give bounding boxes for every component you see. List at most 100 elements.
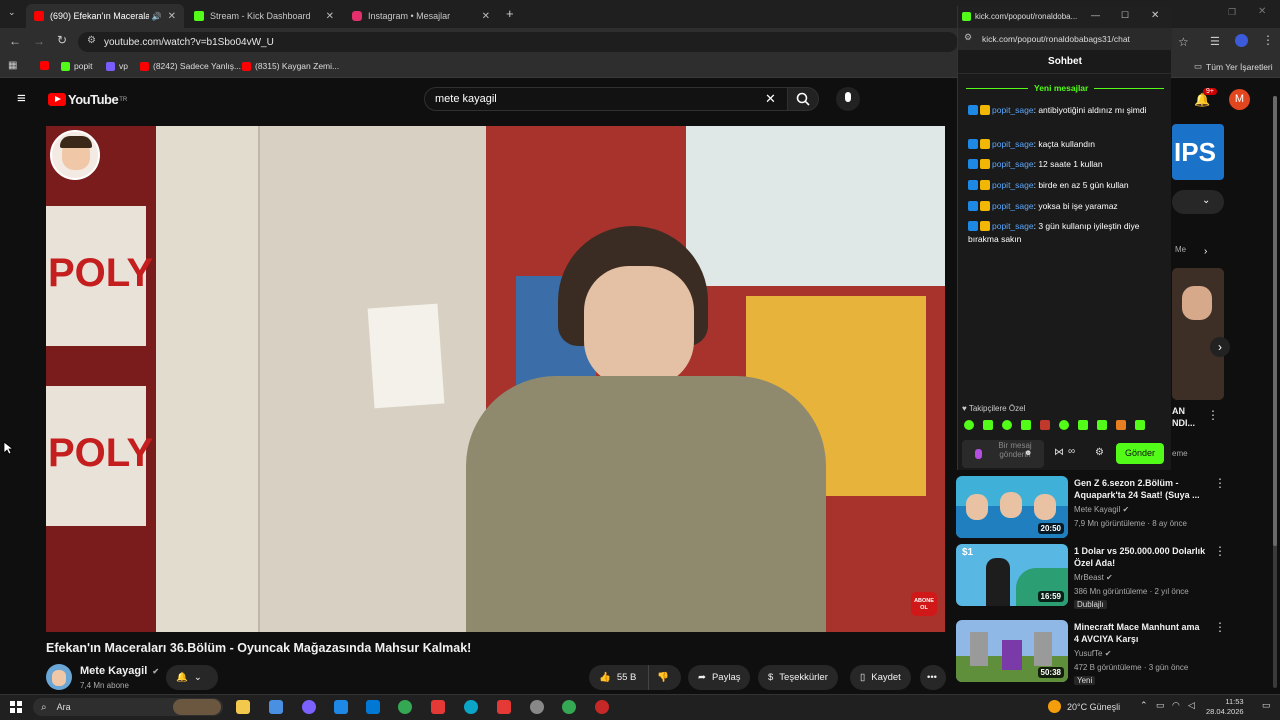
rec-video-3[interactable]: 50:38 Minecraft Mace Manhunt ama 4 AVCIY… (956, 620, 1272, 686)
emote-icon[interactable] (1021, 420, 1031, 430)
tray-chevron-icon[interactable]: ⌃ (1140, 700, 1148, 711)
rec-video-1[interactable]: 20:50 Gen Z 6.sezon 2.Bölüm - Aquapark't… (956, 476, 1272, 542)
search-button[interactable] (787, 87, 819, 111)
network-icon[interactable]: ▭ (1156, 700, 1165, 711)
page-scrollbar[interactable] (1273, 96, 1277, 688)
dislike-button[interactable]: 👎 (649, 672, 669, 683)
short-thumbnail[interactable] (1172, 268, 1224, 400)
account-avatar[interactable]: M (1229, 89, 1250, 110)
send-button[interactable]: Gönder (1116, 443, 1164, 464)
close-window-icon[interactable]: ✕ (1258, 6, 1266, 17)
app-red-icon[interactable] (431, 700, 445, 714)
more-vertical-icon[interactable]: ⋮ (1214, 620, 1226, 634)
chat-username[interactable]: popit_sage (992, 139, 1034, 149)
more-vertical-icon[interactable]: ⋮ (1214, 476, 1226, 490)
taskbar-search[interactable]: ⌕ Ara (33, 698, 223, 716)
channel-avatar[interactable] (46, 664, 72, 690)
emote-icon[interactable] (964, 420, 974, 430)
emote-icon[interactable] (1002, 420, 1012, 430)
emote-icon[interactable] (1116, 420, 1126, 430)
chat-username[interactable]: popit_sage (992, 201, 1034, 211)
save-button[interactable]: ▯ Kaydet (850, 665, 911, 690)
subscribe-watermark-badge[interactable]: ABONE OL (911, 592, 937, 616)
settings-share-icon[interactable]: ⋈ (1054, 447, 1064, 458)
notification-center-icon[interactable]: ▭ (1262, 700, 1271, 711)
weather-widget[interactable]: 20°C Güneşli (1048, 700, 1120, 713)
back-icon[interactable]: ← (9, 34, 21, 48)
chrome-icon[interactable] (562, 700, 576, 714)
tab-youtube[interactable]: (690) Efekan'ın Maceraları 3 🔊 ✕ (26, 4, 184, 28)
chrome-icon[interactable] (398, 700, 412, 714)
share-button[interactable]: ➦ Paylaş (688, 665, 751, 690)
more-actions-button[interactable]: ••• (920, 665, 946, 690)
emote-icon[interactable] (1059, 420, 1069, 430)
channel-name[interactable]: Mete Kayagil ✔ (80, 665, 159, 677)
address-bar[interactable]: ⚙ youtube.com/watch?v=b1Sbo04vW_U (78, 32, 958, 52)
emote-icon[interactable] (1040, 420, 1050, 430)
file-explorer-icon[interactable] (236, 700, 250, 714)
emote-icon[interactable] (1135, 420, 1145, 430)
documents-icon[interactable] (269, 700, 283, 714)
bookmark-sadece[interactable]: (8242) Sadece Yanlış... (140, 61, 241, 71)
more-vertical-icon[interactable]: ⋮ (1207, 408, 1219, 422)
tab-instagram[interactable]: Instagram • Mesajlar ✕ (344, 4, 498, 28)
emote-icon[interactable] (983, 420, 993, 430)
search-input[interactable]: mete kayagil ✕ (424, 87, 788, 111)
promo-banner[interactable]: IPS (1172, 124, 1224, 180)
menu-kebab-icon[interactable]: ⋮ (1262, 33, 1274, 47)
rec-channel[interactable]: MrBeast ✔ (1074, 573, 1113, 582)
app-red-icon[interactable] (497, 700, 511, 714)
reload-icon[interactable]: ↻ (57, 33, 67, 47)
copilot-icon[interactable] (302, 700, 316, 714)
volume-icon[interactable]: ◁ (1188, 700, 1195, 711)
new-tab-button[interactable]: + (506, 6, 514, 21)
profile-icon[interactable] (1235, 34, 1248, 47)
rec-channel[interactable]: YusufTe ✔ (1074, 649, 1111, 658)
hamburger-menu-icon[interactable]: ≡ (17, 90, 26, 107)
channel-watermark-avatar[interactable] (50, 130, 100, 180)
more-vertical-icon[interactable]: ⋮ (1214, 544, 1226, 558)
promo-dropdown[interactable]: ⌄ (1172, 190, 1224, 214)
chat-username[interactable]: popit_sage (992, 105, 1034, 115)
chat-username[interactable]: popit_sage (992, 180, 1034, 190)
close-tab-icon[interactable]: ✕ (168, 11, 176, 22)
bookmark-youtube[interactable] (40, 61, 53, 70)
emote-icon[interactable] (1097, 420, 1107, 430)
store-icon[interactable] (334, 700, 348, 714)
rec-channel[interactable]: Mete Kayagil ✔ (1074, 505, 1129, 514)
close-icon[interactable]: ✕ (1151, 10, 1159, 21)
youtube-logo[interactable]: YouTube TR (48, 92, 127, 107)
chat-username[interactable]: popit_sage (992, 221, 1034, 231)
bookmark-popit[interactable]: popit (61, 61, 92, 71)
rec-video-2[interactable]: $1 16:59 1 Dolar vs 250.000.000 Dolarlık… (956, 544, 1272, 610)
close-tab-icon[interactable]: ✕ (326, 11, 334, 22)
minimize-icon[interactable]: — (1091, 10, 1100, 20)
voice-search-button[interactable] (836, 87, 860, 111)
chevron-right-icon[interactable]: › (1204, 246, 1207, 257)
start-button[interactable] (10, 701, 22, 713)
bookmark-vp[interactable]: vp (106, 61, 128, 71)
popup-addressbar[interactable]: ⚙ kick.com/popout/ronaldobabags31/chat (958, 28, 1172, 50)
thanks-button[interactable]: $ Teşekkürler (758, 665, 838, 690)
like-button[interactable]: 👍 55 B (589, 665, 649, 690)
settings-gear-icon[interactable] (530, 700, 544, 714)
maximize-icon[interactable]: ☐ (1121, 10, 1129, 21)
clear-search-icon[interactable]: ✕ (765, 91, 776, 107)
bookmark-star-icon[interactable]: ☆ (1178, 35, 1189, 49)
edge-icon[interactable] (464, 700, 478, 714)
microphone-icon[interactable] (975, 449, 982, 459)
emote-icon[interactable] (1078, 420, 1088, 430)
forward-icon[interactable]: → (33, 34, 45, 48)
video-player[interactable]: POLY POLY ABONE OL (46, 126, 945, 632)
chat-message-input[interactable]: Bir mesaj gönderin ☻ (962, 440, 1044, 468)
chip-partial[interactable]: Me (1175, 245, 1186, 254)
app-circle-icon[interactable] (595, 700, 609, 714)
subscription-bell-button[interactable]: 🔔 ⌄ (166, 665, 218, 690)
tab-search-icon[interactable]: ⌄ (8, 7, 16, 18)
gear-icon[interactable]: ⚙ (1095, 447, 1104, 458)
tab-kick-dashboard[interactable]: Stream - Kick Dashboard ✕ (186, 4, 342, 28)
clock[interactable]: 11:53 28.04.2026 (1206, 697, 1244, 717)
all-bookmarks[interactable]: ▭ Tüm Yer İşaretleri (1194, 61, 1273, 72)
outlook-icon[interactable] (366, 700, 380, 714)
restore-icon[interactable]: ❐ (1228, 7, 1236, 18)
